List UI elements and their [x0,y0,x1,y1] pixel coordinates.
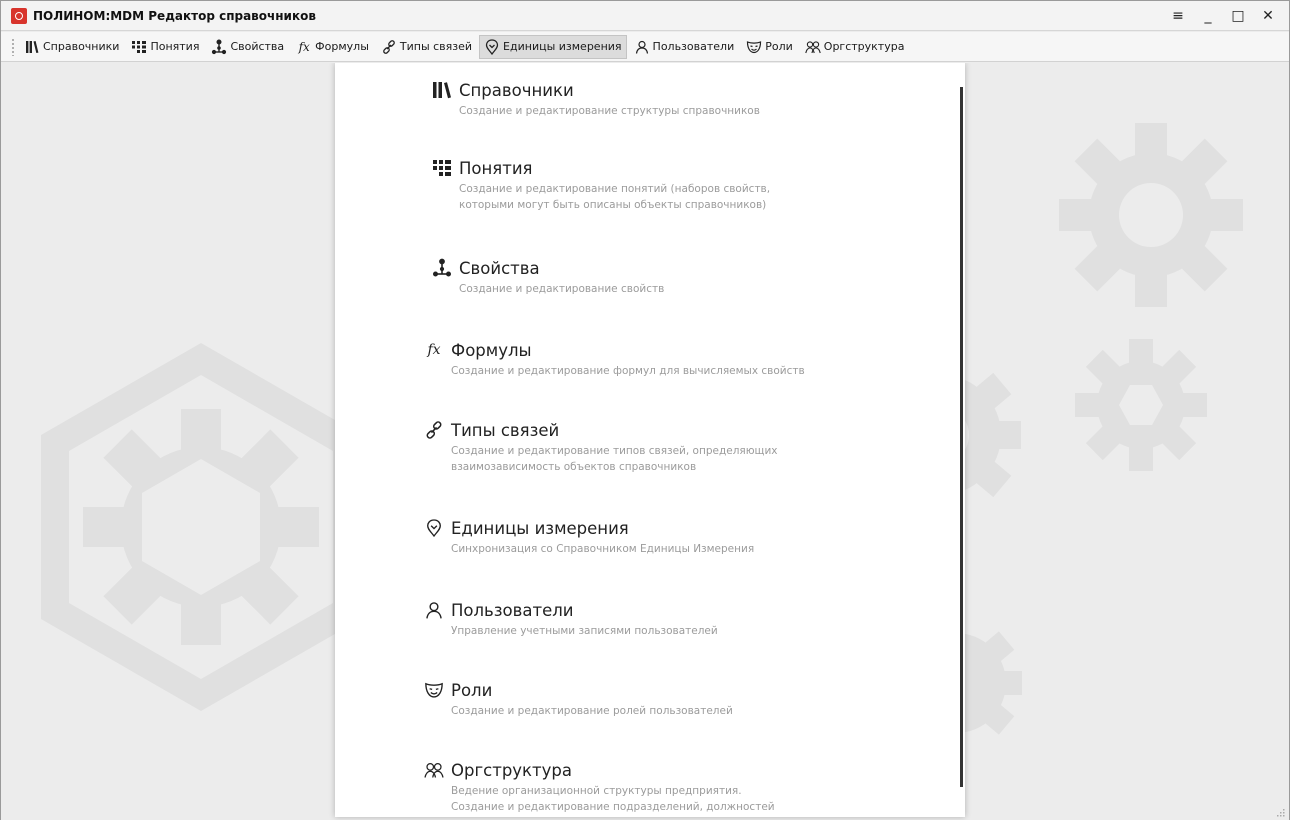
menu-entry-org-structure[interactable]: Оргструктура Ведение организационной стр… [423,757,893,815]
close-button[interactable]: ✕ [1253,1,1283,31]
fx-icon: fx [427,342,441,358]
user-icon [634,39,650,55]
toolbar-item-label: Свойства [230,40,285,53]
menu-entry-description: Ведение организационной структуры предпр… [451,785,775,813]
users-icon [423,759,445,781]
app-window: ПОЛИНОМ:MDM Редактор справочников ≡ _ □ … [0,0,1290,820]
menu-entry-description: Создание и редактирование свойств [459,283,665,295]
grid-icon [431,157,453,179]
link-icon [423,419,445,441]
menu-entry-properties[interactable]: Свойства Создание и редактирование свойс… [431,255,901,297]
toolbar-item-label: Оргструктура [823,40,905,53]
menu-entry-title: Единицы измерения [451,518,629,538]
toolbar-item-units[interactable]: Единицы измерения [479,34,627,59]
toolbar-item-label: Типы связей [399,40,473,53]
menu-entry-description: Создание и редактирование понятий (набор… [459,183,771,211]
toolbar-item-references[interactable]: Справочники [19,35,124,59]
menu-entry-description: Синхронизация со Справочником Единицы Из… [451,543,755,555]
menu-entry-title: Оргструктура [451,760,572,780]
books-icon [431,79,453,101]
toolbar-item-roles[interactable]: Роли [741,35,798,59]
menu-entry-description: Создание и редактирование формул для выч… [451,365,805,377]
panel-scrollbar[interactable] [960,87,963,787]
toolbar-item-concepts[interactable]: Понятия [126,35,204,59]
menu-entry-description: Создание и редактирование ролей пользова… [451,705,733,717]
minimize-button[interactable]: _ [1193,1,1223,31]
menu-entry-title: Понятия [459,158,533,178]
app-logo-icon [11,7,27,24]
menu-entry-link-types[interactable]: Типы связей Создание и редактирование ти… [423,417,893,475]
mask-icon [746,39,762,55]
menu-entry-description: Создание и редактирование типов связей, … [451,445,778,473]
menu-entry-roles[interactable]: Роли Создание и редактирование ролей пол… [423,677,893,719]
grid-icon [131,39,147,55]
menu-entry-references[interactable]: Справочники Создание и редактирование ст… [431,77,901,119]
menu-entry-title: Справочники [459,80,574,100]
properties-icon [431,257,453,279]
menu-entry-title: Типы связей [451,420,560,440]
menu-icon[interactable]: ≡ [1163,1,1193,31]
toolbar-item-label: Формулы [315,40,369,53]
menu-entry-description: Управление учетными записями пользовател… [451,625,718,637]
toolbar-grip[interactable] [11,37,15,56]
properties-icon [211,39,227,55]
toolbar-item-org-structure[interactable]: Оргструктура [800,35,910,59]
menu-entry-title: Пользователи [451,600,574,620]
toolbar-item-formulas[interactable]: fx Формулы [291,35,374,59]
menu-entry-formulas[interactable]: fx Формулы Создание и редактирование фор… [423,337,893,379]
user-icon [423,599,445,621]
start-menu-panel: Справочники Создание и редактирование ст… [335,63,965,817]
fx-icon: fx [298,39,310,54]
users-icon [805,39,821,55]
menu-entry-users[interactable]: Пользователи Управление учетными записям… [423,597,893,639]
toolbar-item-properties[interactable]: Свойства [206,35,289,59]
toolbar-item-label: Пользователи [652,40,735,53]
toolbar-item-label: Понятия [150,40,200,53]
window-controls: ≡ _ □ ✕ [1163,1,1283,31]
menu-entry-description: Создание и редактирование структуры спра… [459,105,760,117]
menu-entry-title: Роли [451,680,493,700]
menu-entry-concepts[interactable]: Понятия Создание и редактирование поняти… [431,155,901,213]
menu-entry-title: Свойства [459,258,540,278]
link-icon [381,39,397,55]
menu-entry-units[interactable]: Единицы измерения Синхронизация со Справ… [423,515,893,557]
measure-icon [423,517,445,539]
title-bar: ПОЛИНОМ:MDM Редактор справочников ≡ _ □ … [1,1,1289,31]
resize-grip-icon[interactable] [1275,807,1285,817]
toolbar-item-label: Роли [765,40,793,53]
window-title: ПОЛИНОМ:MDM Редактор справочников [33,8,316,23]
books-icon [24,39,40,55]
toolbar-item-users[interactable]: Пользователи [629,35,740,59]
toolbar-item-label: Справочники [43,40,120,53]
maximize-button[interactable]: □ [1223,1,1253,31]
mask-icon [423,679,445,701]
workspace: Справочники Создание и редактирование ст… [1,63,1289,820]
measure-icon [484,38,500,55]
menu-entry-title: Формулы [451,340,532,360]
main-toolbar: Справочники Понятия Свойства fx Формулы … [1,32,1289,62]
toolbar-item-link-types[interactable]: Типы связей [376,35,477,59]
toolbar-item-label: Единицы измерения [503,40,622,53]
